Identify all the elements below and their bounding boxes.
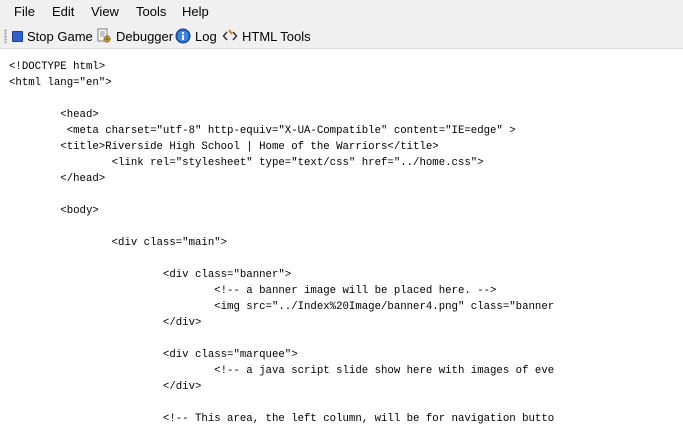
info-icon <box>175 28 191 44</box>
menu-file[interactable]: File <box>14 4 35 19</box>
code-line: </div> <box>9 317 202 329</box>
menu-edit[interactable]: Edit <box>52 4 74 19</box>
code-editor[interactable]: <!DOCTYPE html> <html lang="en"> <head> <… <box>0 49 683 429</box>
code-line: <!-- a java script slide show here with … <box>9 365 555 377</box>
code-line: <link rel="stylesheet" type="text/css" h… <box>9 157 484 169</box>
stop-game-label: Stop Game <box>27 28 93 44</box>
source-code: <!DOCTYPE html> <html lang="en"> <head> <… <box>9 59 554 427</box>
log-button[interactable]: Log <box>175 27 217 45</box>
debugger-button[interactable]: Debugger <box>96 27 173 45</box>
toolbar-grip[interactable] <box>4 29 7 43</box>
code-line: <div class="main"> <box>9 237 228 249</box>
code-line: <div class="marquee"> <box>9 349 298 361</box>
code-line: </div> <box>9 381 202 393</box>
toolbar: Stop Game Debugger Log HTML Tools <box>0 24 683 49</box>
code-line: <html lang="en"> <box>9 77 112 89</box>
html-tools-label: HTML Tools <box>242 28 311 44</box>
code-line: <!DOCTYPE html> <box>9 61 106 73</box>
debugger-icon <box>96 28 112 44</box>
code-line: <meta charset="utf-8" http-equiv="X-UA-C… <box>9 125 516 137</box>
stop-game-button[interactable]: Stop Game <box>12 27 93 45</box>
debugger-label: Debugger <box>116 28 174 44</box>
menu-tools[interactable]: Tools <box>136 4 166 19</box>
code-line: </head> <box>9 173 106 185</box>
code-line: <!-- This area, the left column, will be… <box>9 413 555 425</box>
menu-view[interactable]: View <box>91 4 119 19</box>
code-line: <head> <box>9 109 99 121</box>
code-line: <img src="../Index%20Image/banner4.png" … <box>9 301 555 313</box>
log-label: Log <box>195 28 217 44</box>
html-tools-button[interactable]: HTML Tools <box>222 27 311 45</box>
html-tools-icon <box>222 28 238 44</box>
code-line: <title>Riverside High School | Home of t… <box>9 141 439 153</box>
code-line: <!-- a banner image will be placed here.… <box>9 285 497 297</box>
code-line: <body> <box>9 205 99 217</box>
stop-square-icon <box>12 31 23 42</box>
menu-help[interactable]: Help <box>182 4 209 19</box>
menu-bar: File Edit View Tools Help <box>0 0 683 24</box>
code-line: <div class="banner"> <box>9 269 292 281</box>
